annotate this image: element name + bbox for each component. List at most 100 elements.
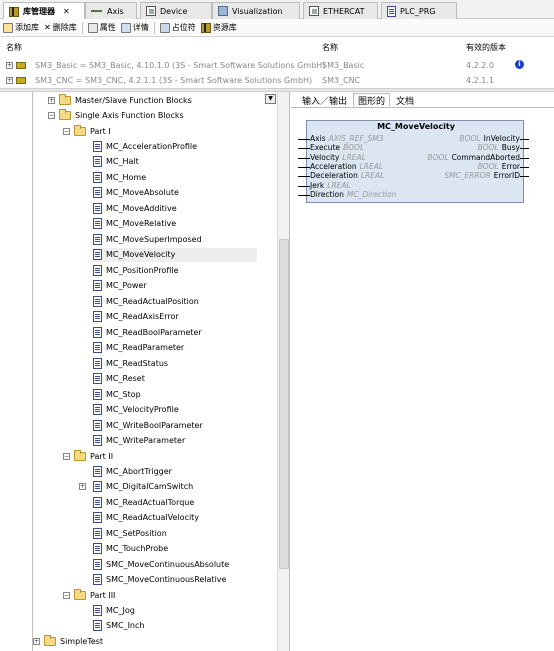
library-table-header: 名称 名称 有效的版本 [0, 40, 554, 54]
tree-folder-simple-test[interactable]: + SimpleTest [33, 634, 103, 648]
tree-item[interactable]: MC_WriteParameter [93, 434, 185, 448]
tree-item[interactable]: MC_AbortTrigger [93, 464, 172, 478]
tree-label: MC_TouchProbe [106, 544, 169, 553]
expand-icon[interactable]: + [79, 483, 86, 490]
repository-button[interactable]: 资源库 [200, 22, 237, 33]
function-block-icon [93, 604, 102, 616]
expand-icon[interactable]: + [6, 62, 13, 69]
tab-documentation[interactable]: 文档 [391, 93, 419, 107]
properties-button[interactable]: 属性 [87, 22, 116, 33]
function-block-icon [93, 620, 102, 631]
tree-item[interactable]: MC_MoveAdditive [93, 201, 177, 215]
tree-item[interactable]: MC_ReadStatus [93, 356, 168, 370]
tree-item[interactable]: MC_MoveSuperImposed [93, 232, 202, 246]
library-version: 4.2.1.1 [466, 75, 494, 85]
tree-item[interactable]: MC_ReadActualVelocity [93, 511, 199, 525]
tree-item[interactable]: MC_Jog [93, 603, 135, 617]
repository-label: 资源库 [212, 23, 237, 32]
toolbar-separator [153, 21, 155, 34]
column-header-version[interactable]: 有效的版本 [466, 42, 506, 53]
tree-label: MC_MoveAdditive [106, 203, 177, 213]
add-library-button[interactable]: 添加库 [3, 22, 39, 33]
pin-connector [520, 157, 529, 159]
tree-item[interactable]: SMC_Inch [93, 619, 144, 633]
collapse-icon[interactable]: − [63, 452, 70, 460]
tree-item[interactable]: MC_DigitalCamSwitch + [79, 480, 194, 494]
tab-ethercat[interactable]: ETHERCAT [303, 2, 378, 19]
function-block-icon [93, 202, 102, 214]
tree-label: MC_DigitalCamSwitch [106, 482, 194, 491]
collapse-icon[interactable]: − [48, 111, 55, 119]
tree-item[interactable]: SMC_MoveContinuousRelative [93, 573, 226, 587]
function-block-icon [93, 419, 102, 431]
library-row[interactable]: + SM3_CNC = SM3_CNC, 4.2.1.1 (3S - Smart… [0, 73, 554, 87]
tree-item[interactable]: MC_Stop [93, 387, 141, 401]
tree-label: MC_Power [106, 281, 147, 290]
function-block-icon [93, 512, 102, 523]
tree-label: Single Axis Function Blocks [75, 110, 184, 120]
tree-item[interactable]: MC_Halt [93, 155, 139, 169]
function-block-icon [93, 388, 102, 400]
tree-item[interactable]: MC_ReadBoolParameter [93, 325, 202, 339]
tree-item[interactable]: MC_ReadAxisError [93, 310, 179, 324]
tree-item[interactable]: SMC_MoveContinuousAbsolute [93, 557, 229, 571]
pin-connector [520, 166, 529, 168]
tree-item[interactable]: MC_PositionProfile [93, 263, 179, 277]
tree-dropdown-button[interactable]: ▼ [265, 94, 276, 104]
library-row[interactable]: + SM3_Basic = SM3_Basic, 4.10.1.0 (3S - … [0, 58, 554, 72]
tree-item[interactable]: MC_Power [93, 279, 147, 293]
placeholder-button[interactable]: 占位符 [159, 22, 196, 33]
column-header-namespace[interactable]: 名称 [322, 42, 338, 53]
tree-item[interactable]: MC_AccelerationProfile [93, 139, 197, 153]
tree-folder-part-3[interactable]: − Part III [63, 588, 115, 602]
tab-axis[interactable]: Axis [85, 2, 137, 19]
pin-type: MC_Direction [346, 189, 397, 199]
tree-folder-single-axis[interactable]: − Single Axis Function Blocks [48, 108, 184, 122]
tree-item[interactable]: MC_ReadParameter [93, 341, 184, 355]
tree-folder-master-slave[interactable]: + Master/Slave Function Blocks [48, 93, 192, 107]
tree-scrollbar-thumb[interactable] [279, 239, 289, 569]
tree-item[interactable]: MC_VelocityProfile [93, 403, 179, 417]
tree-folder-part-1[interactable]: − Part I [63, 124, 111, 138]
tree-item[interactable]: MC_ReadActualTorque [93, 495, 194, 509]
detail-pane: 输入／输出 图形的 文档 MC_MoveVelocity Axis AXIS_RE… [291, 92, 554, 651]
collapse-icon[interactable]: − [63, 591, 70, 599]
pin-name: Velocity [310, 152, 340, 162]
expand-icon[interactable]: + [33, 637, 40, 645]
tree-folder-part-2[interactable]: − Part II [63, 449, 113, 463]
function-block-icon [93, 171, 102, 183]
pin-connector [298, 166, 310, 168]
tree-item[interactable]: MC_Reset [93, 372, 145, 386]
tree-item[interactable]: MC_Home [93, 170, 146, 184]
tree-item[interactable]: MC_MoveRelative [93, 217, 176, 231]
tree-label: SimpleTest [60, 636, 104, 646]
tree-item[interactable]: MC_SetPosition [93, 526, 167, 540]
tree-item[interactable]: MC_TouchProbe [93, 542, 168, 556]
tab-plc-prg[interactable]: PLC_PRG [381, 2, 457, 19]
info-icon[interactable]: i [515, 60, 524, 69]
details-icon [120, 22, 131, 33]
expand-icon[interactable]: + [6, 77, 13, 84]
tree-item[interactable]: MC_MoveAbsolute [93, 186, 179, 200]
details-button[interactable]: 详情 [120, 22, 149, 33]
library-toolbar: 添加库 ✕ 删除库 属性 详情 占位符 资源库 [0, 19, 554, 37]
tab-visualization[interactable]: Visualization [212, 2, 300, 19]
tree-item[interactable]: MC_ReadActualPosition [93, 294, 199, 308]
tab-library-manager[interactable]: 库管理器 ✕ [3, 2, 85, 20]
tab-graphical[interactable]: 图形的 [353, 93, 391, 107]
pin-name: Direction [310, 189, 344, 199]
collapse-icon[interactable]: − [63, 127, 70, 135]
pin-type: BOOL [343, 143, 365, 153]
tree-item[interactable]: MC_MoveVelocity [93, 247, 257, 262]
close-icon[interactable]: ✕ [63, 7, 70, 16]
tab-device[interactable]: Device [140, 2, 212, 19]
expand-icon[interactable]: + [48, 96, 55, 104]
library-table: 名称 名称 有效的版本 + SM3_Basic = SM3_Basic, 4.1… [0, 38, 554, 88]
tab-label: Device [160, 6, 188, 16]
tab-inputs-outputs[interactable]: 输入／输出 [297, 93, 352, 107]
delete-library-button[interactable]: ✕ 删除库 [44, 22, 77, 33]
tree-scrollbar[interactable] [277, 92, 289, 651]
column-header-name[interactable]: 名称 [6, 42, 22, 53]
pin-connector [520, 176, 529, 178]
tree-item[interactable]: MC_WriteBoolParameter [93, 418, 203, 432]
